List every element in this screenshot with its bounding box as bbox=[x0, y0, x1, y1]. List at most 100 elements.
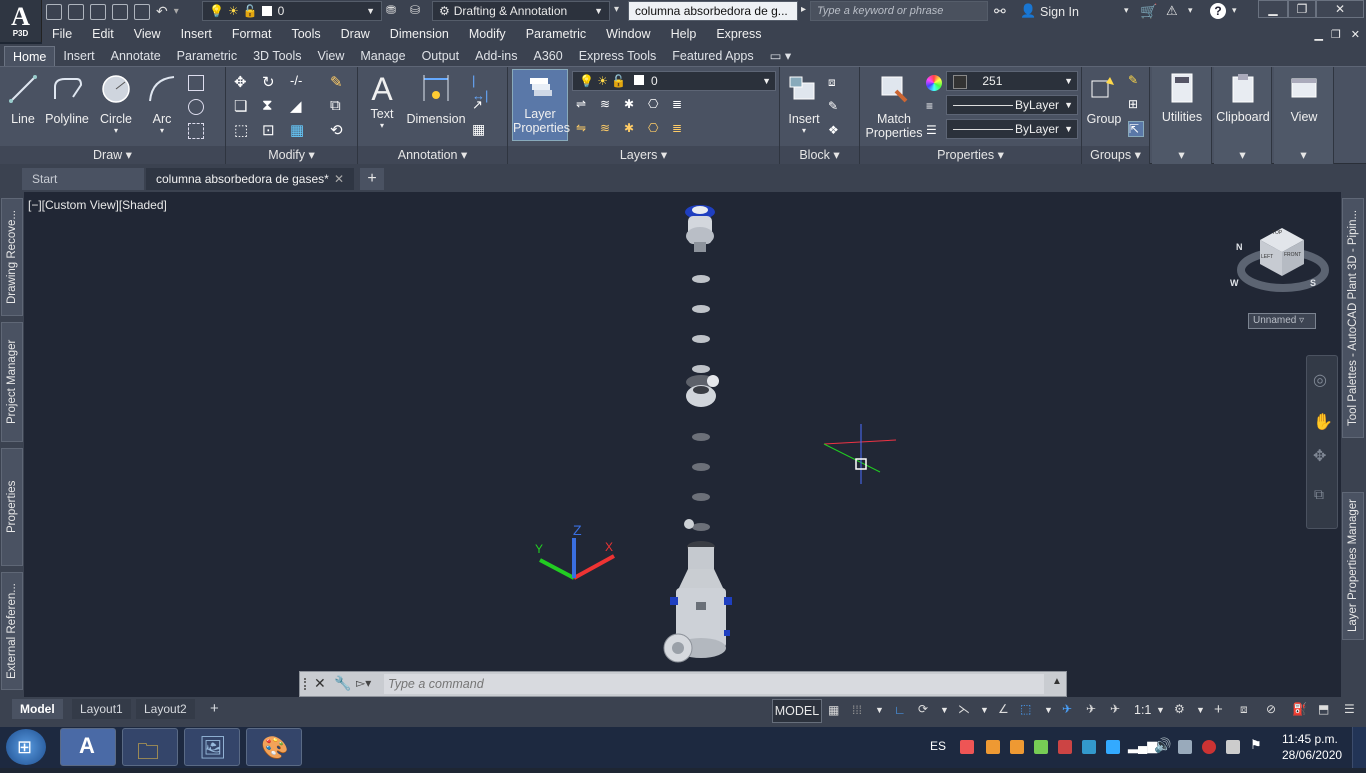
tab-add-ins[interactable]: Add-ins bbox=[467, 46, 525, 66]
clipboard-expand-icon[interactable]: ▾ bbox=[1214, 146, 1271, 164]
utilities-button[interactable]: Utilities bbox=[1156, 73, 1208, 124]
chevron-down-icon[interactable]: ▾ bbox=[1232, 5, 1237, 16]
save-as-icon[interactable] bbox=[112, 3, 128, 20]
rotate-icon[interactable]: ↻ bbox=[262, 73, 278, 91]
layer-unlock-icon[interactable]: ⎔ bbox=[648, 121, 664, 137]
clipboard-button[interactable]: Clipboard bbox=[1216, 73, 1270, 124]
offset-icon[interactable]: ⟲ bbox=[330, 121, 346, 139]
isodraft-icon[interactable]: ⋋ bbox=[958, 702, 970, 716]
edit-block-icon[interactable]: ✎ bbox=[828, 99, 844, 115]
menu-window[interactable]: Window bbox=[596, 27, 660, 41]
layer-state-icon[interactable]: ⛃ bbox=[386, 3, 396, 17]
tab-active-drawing[interactable]: columna absorbedora de gases* ✕ bbox=[146, 168, 354, 190]
ortho-icon[interactable]: ∟ bbox=[894, 703, 906, 717]
tab-start[interactable]: Start bbox=[22, 168, 144, 190]
layer-unisolate-icon[interactable]: ≋ bbox=[600, 121, 616, 137]
tab-layout1[interactable]: Layout1 bbox=[72, 699, 131, 719]
tab-output[interactable]: Output bbox=[414, 46, 468, 66]
doc-minimize-icon[interactable]: ▁ bbox=[1310, 28, 1326, 41]
tray-app-icon[interactable] bbox=[1202, 740, 1216, 754]
tray-app-icon[interactable] bbox=[1226, 740, 1240, 754]
plus-icon[interactable]: + bbox=[1214, 701, 1223, 718]
close-icon[interactable]: ✕ bbox=[314, 675, 326, 692]
start-button[interactable]: ⊞ bbox=[6, 729, 46, 765]
layer-thaw-icon[interactable]: ✱ bbox=[624, 121, 640, 137]
color-wheel-icon[interactable] bbox=[926, 75, 942, 91]
properties-tab[interactable]: Properties bbox=[1, 448, 23, 566]
menu-draw[interactable]: Draw bbox=[331, 27, 380, 41]
tray-app-icon[interactable] bbox=[1178, 740, 1192, 754]
clock-date[interactable]: 28/06/2020 bbox=[1282, 748, 1342, 762]
scale-icon[interactable]: ⊡ bbox=[262, 121, 278, 139]
minimize-button[interactable]: ▁ bbox=[1258, 0, 1288, 18]
ungroup-icon[interactable]: ✎ bbox=[1128, 73, 1144, 89]
tray-app-icon[interactable] bbox=[1034, 740, 1048, 754]
circle-button[interactable]: Circle ▾ bbox=[96, 73, 136, 135]
model-space-toggle[interactable]: MODEL bbox=[772, 699, 822, 723]
layer-properties-manager-tab[interactable]: Layer Properties Manager bbox=[1342, 492, 1364, 640]
chevron-down-icon[interactable]: ▼ bbox=[940, 705, 949, 715]
layer-isolate-icon[interactable]: ≋ bbox=[600, 97, 616, 113]
object-snap-tracking-icon[interactable]: ∠ bbox=[998, 702, 1009, 716]
show-desktop-button[interactable] bbox=[1352, 727, 1366, 768]
layer-lock-icon[interactable]: ⎔ bbox=[648, 97, 664, 113]
tab-manage[interactable]: Manage bbox=[352, 46, 413, 66]
view-button[interactable]: View bbox=[1278, 73, 1330, 124]
trim-icon[interactable]: -/- bbox=[290, 73, 306, 89]
chevron-down-icon[interactable]: ▼ bbox=[1044, 705, 1053, 715]
command-history-icon[interactable]: ▲ bbox=[1052, 676, 1062, 687]
polyline-button[interactable]: Polyline bbox=[44, 73, 90, 126]
project-manager-tab[interactable]: Project Manager bbox=[1, 322, 23, 442]
taskbar-paint-button[interactable]: 🎨 bbox=[246, 728, 302, 766]
chevron-right-icon[interactable]: ▸ bbox=[801, 4, 806, 15]
table-icon[interactable]: ▦ bbox=[472, 121, 488, 137]
wrench-icon[interactable]: 🔧 bbox=[334, 675, 351, 692]
taskbar-autocad-button[interactable]: A bbox=[60, 728, 116, 766]
menu-insert[interactable]: Insert bbox=[171, 27, 222, 41]
menu-express[interactable]: Express bbox=[706, 27, 771, 41]
tray-app-icon[interactable] bbox=[960, 740, 974, 754]
line-button[interactable]: Line bbox=[4, 73, 42, 126]
dropbox-icon[interactable] bbox=[1106, 740, 1120, 754]
attribute-icon[interactable]: ❖ bbox=[828, 123, 844, 139]
new-icon[interactable] bbox=[46, 3, 62, 20]
clock-time[interactable]: 11:45 p.m. bbox=[1282, 732, 1338, 746]
user-icon[interactable]: 👤 bbox=[1020, 3, 1036, 19]
current-layer-dropdown[interactable]: 💡 ☀ 🔓 0 ▼ bbox=[572, 71, 776, 91]
chevron-down-icon[interactable]: ▾ bbox=[174, 6, 179, 17]
workspace-switch-icon[interactable]: ⚙ bbox=[1174, 702, 1185, 716]
doc-close-icon[interactable]: ✕ bbox=[1345, 28, 1366, 41]
clean-screen-icon[interactable]: ⬒ bbox=[1318, 702, 1329, 716]
command-prompt-icon[interactable]: ▻▾ bbox=[356, 676, 371, 690]
drawing-recovery-tab[interactable]: Drawing Recove... bbox=[1, 198, 23, 316]
tray-app-icon[interactable] bbox=[1058, 740, 1072, 754]
menu-tools[interactable]: Tools bbox=[281, 27, 330, 41]
linear-dim-icon[interactable]: |↔| bbox=[472, 73, 488, 103]
drag-handle[interactable] bbox=[304, 678, 310, 690]
create-block-icon[interactable]: ⧈ bbox=[828, 75, 844, 91]
layer-freeze-icon[interactable]: ✱ bbox=[624, 97, 640, 113]
modify-panel-title[interactable]: Modify ▾ bbox=[226, 146, 357, 164]
search-input[interactable]: Type a keyword or phrase bbox=[810, 1, 988, 21]
view-expand-icon[interactable]: ▾ bbox=[1274, 146, 1333, 164]
color-dropdown[interactable]: 251 ▼ bbox=[946, 71, 1078, 91]
viewcube-front-label[interactable]: FRONT bbox=[1284, 252, 1301, 258]
hatch-icon[interactable] bbox=[188, 123, 204, 139]
layer-on-icon[interactable]: ⇋ bbox=[576, 121, 592, 137]
save-icon[interactable] bbox=[90, 3, 106, 20]
application-menu-button[interactable]: A P3D bbox=[0, 0, 42, 42]
polar-icon[interactable]: ⟳ bbox=[918, 702, 928, 716]
taskbar-photos-button[interactable]: 🖼 bbox=[184, 728, 240, 766]
properties-panel-title[interactable]: Properties ▾ bbox=[860, 146, 1081, 164]
exchange-icon[interactable]: ⚠ bbox=[1166, 3, 1178, 19]
group-button[interactable]: Group bbox=[1084, 73, 1124, 126]
fillet-icon[interactable]: ◢ bbox=[290, 97, 306, 115]
ellipse-icon[interactable] bbox=[188, 99, 204, 115]
viewcube-left-label[interactable]: LEFT bbox=[1261, 254, 1273, 260]
layer-properties-button[interactable]: Layer Properties bbox=[512, 69, 570, 141]
layer-match-icon[interactable]: ⛁ bbox=[410, 3, 420, 17]
rectangle-icon[interactable] bbox=[188, 75, 204, 91]
draw-panel-title[interactable]: Draw ▾ bbox=[0, 146, 225, 164]
customization-icon[interactable]: ☰ bbox=[1344, 702, 1355, 716]
match-properties-button[interactable]: Match Properties bbox=[864, 73, 924, 140]
